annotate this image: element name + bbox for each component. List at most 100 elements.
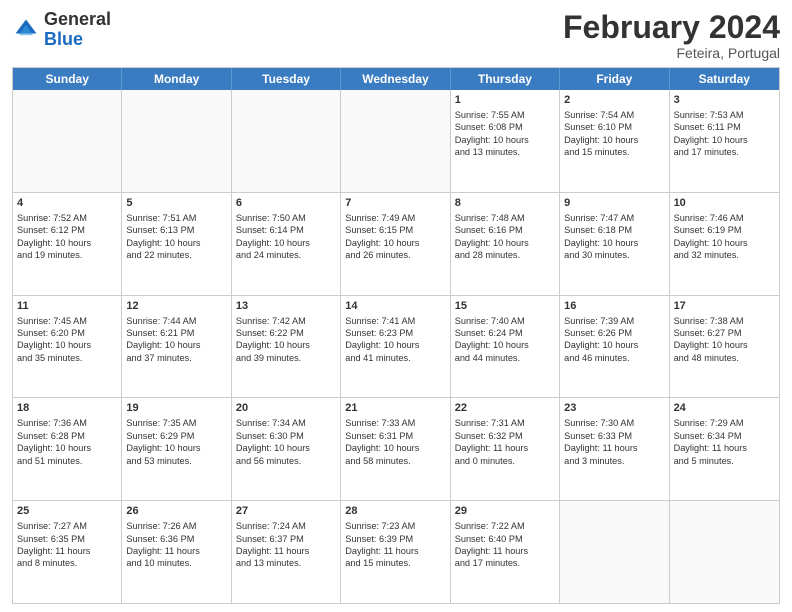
day-info: Sunrise: 7:27 AM Sunset: 6:35 PM Dayligh… (17, 521, 90, 568)
day-cell-29: 29Sunrise: 7:22 AM Sunset: 6:40 PM Dayli… (451, 501, 560, 603)
header-day-sunday: Sunday (13, 68, 122, 90)
day-number: 12 (126, 299, 226, 314)
day-info: Sunrise: 7:38 AM Sunset: 6:27 PM Dayligh… (674, 316, 748, 363)
day-info: Sunrise: 7:53 AM Sunset: 6:11 PM Dayligh… (674, 110, 748, 157)
day-number: 6 (236, 196, 336, 211)
day-cell-7: 7Sunrise: 7:49 AM Sunset: 6:15 PM Daylig… (341, 193, 450, 295)
day-info: Sunrise: 7:44 AM Sunset: 6:21 PM Dayligh… (126, 316, 200, 363)
header-day-monday: Monday (122, 68, 231, 90)
empty-cell (122, 90, 231, 192)
day-number: 14 (345, 299, 445, 314)
day-info: Sunrise: 7:50 AM Sunset: 6:14 PM Dayligh… (236, 213, 310, 260)
day-info: Sunrise: 7:49 AM Sunset: 6:15 PM Dayligh… (345, 213, 419, 260)
day-number: 8 (455, 196, 555, 211)
title-block: February 2024 Feteira, Portugal (563, 10, 780, 61)
day-number: 19 (126, 401, 226, 416)
calendar-header: SundayMondayTuesdayWednesdayThursdayFrid… (13, 68, 779, 90)
header-day-tuesday: Tuesday (232, 68, 341, 90)
day-number: 17 (674, 299, 775, 314)
day-info: Sunrise: 7:34 AM Sunset: 6:30 PM Dayligh… (236, 418, 310, 465)
month-title: February 2024 (563, 10, 780, 45)
calendar: SundayMondayTuesdayWednesdayThursdayFrid… (12, 67, 780, 604)
day-number: 10 (674, 196, 775, 211)
day-cell-3: 3 Sunrise: 7:53 AM Sunset: 6:11 PM Daylig… (670, 90, 779, 192)
empty-cell (341, 90, 450, 192)
logo: General Blue (12, 10, 111, 50)
day-info: Sunrise: 7:52 AM Sunset: 6:12 PM Dayligh… (17, 213, 91, 260)
header-day-friday: Friday (560, 68, 669, 90)
day-cell-13: 13 Sunrise: 7:42 AM Sunset: 6:22 PM Dayli… (232, 296, 341, 398)
day-info: Sunrise: 7:51 AM Sunset: 6:13 PM Dayligh… (126, 213, 200, 260)
day-cell-24: 24 Sunrise: 7:29 AM Sunset: 6:34 PM Dayli… (670, 398, 779, 500)
day-cell-9: 9Sunrise: 7:47 AM Sunset: 6:18 PM Daylig… (560, 193, 669, 295)
day-cell-16: 16 Sunrise: 7:39 AM Sunset: 6:26 PM Dayli… (560, 296, 669, 398)
day-number: 1 (455, 93, 555, 108)
day-cell-2: 2 Sunrise: 7:54 AM Sunset: 6:10 PM Daylig… (560, 90, 669, 192)
day-cell-27: 27Sunrise: 7:24 AM Sunset: 6:37 PM Dayli… (232, 501, 341, 603)
day-number: 13 (236, 299, 336, 314)
day-cell-20: 20 Sunrise: 7:34 AM Sunset: 6:30 PM Dayli… (232, 398, 341, 500)
empty-cell (670, 501, 779, 603)
day-cell-28: 28Sunrise: 7:23 AM Sunset: 6:39 PM Dayli… (341, 501, 450, 603)
day-number: 25 (17, 504, 117, 519)
empty-cell (560, 501, 669, 603)
day-number: 23 (564, 401, 664, 416)
day-number: 15 (455, 299, 555, 314)
day-number: 18 (17, 401, 117, 416)
day-number: 28 (345, 504, 445, 519)
calendar-body: 1Sunrise: 7:55 AM Sunset: 6:08 PM Daylig… (13, 90, 779, 603)
day-info: Sunrise: 7:39 AM Sunset: 6:26 PM Dayligh… (564, 316, 638, 363)
day-cell-23: 23 Sunrise: 7:30 AM Sunset: 6:33 PM Dayli… (560, 398, 669, 500)
day-info: Sunrise: 7:35 AM Sunset: 6:29 PM Dayligh… (126, 418, 200, 465)
day-number: 20 (236, 401, 336, 416)
day-cell-11: 11 Sunrise: 7:45 AM Sunset: 6:20 PM Dayli… (13, 296, 122, 398)
logo-text: General Blue (44, 10, 111, 50)
header-day-wednesday: Wednesday (341, 68, 450, 90)
calendar-row-0: 1Sunrise: 7:55 AM Sunset: 6:08 PM Daylig… (13, 90, 779, 192)
day-number: 11 (17, 299, 117, 314)
calendar-row-2: 11 Sunrise: 7:45 AM Sunset: 6:20 PM Dayli… (13, 295, 779, 398)
day-cell-21: 21Sunrise: 7:33 AM Sunset: 6:31 PM Dayli… (341, 398, 450, 500)
day-info: Sunrise: 7:29 AM Sunset: 6:34 PM Dayligh… (674, 418, 747, 465)
day-number: 2 (564, 93, 664, 108)
calendar-row-4: 25 Sunrise: 7:27 AM Sunset: 6:35 PM Dayli… (13, 500, 779, 603)
header: General Blue February 2024 Feteira, Port… (12, 10, 780, 61)
day-cell-12: 12 Sunrise: 7:44 AM Sunset: 6:21 PM Dayli… (122, 296, 231, 398)
day-number: 16 (564, 299, 664, 314)
empty-cell (13, 90, 122, 192)
day-number: 22 (455, 401, 555, 416)
day-cell-17: 17 Sunrise: 7:38 AM Sunset: 6:27 PM Dayli… (670, 296, 779, 398)
day-cell-4: 4 Sunrise: 7:52 AM Sunset: 6:12 PM Daylig… (13, 193, 122, 295)
day-cell-15: 15Sunrise: 7:40 AM Sunset: 6:24 PM Dayli… (451, 296, 560, 398)
day-cell-8: 8Sunrise: 7:48 AM Sunset: 6:16 PM Daylig… (451, 193, 560, 295)
day-info: Sunrise: 7:26 AM Sunset: 6:36 PM Dayligh… (126, 521, 199, 568)
header-day-saturday: Saturday (670, 68, 779, 90)
day-cell-26: 26 Sunrise: 7:26 AM Sunset: 6:36 PM Dayli… (122, 501, 231, 603)
day-info: Sunrise: 7:41 AM Sunset: 6:23 PM Dayligh… (345, 316, 419, 363)
empty-cell (232, 90, 341, 192)
day-cell-1: 1Sunrise: 7:55 AM Sunset: 6:08 PM Daylig… (451, 90, 560, 192)
day-info: Sunrise: 7:54 AM Sunset: 6:10 PM Dayligh… (564, 110, 638, 157)
day-number: 3 (674, 93, 775, 108)
day-number: 26 (126, 504, 226, 519)
day-number: 27 (236, 504, 336, 519)
day-cell-5: 5 Sunrise: 7:51 AM Sunset: 6:13 PM Daylig… (122, 193, 231, 295)
day-info: Sunrise: 7:42 AM Sunset: 6:22 PM Dayligh… (236, 316, 310, 363)
day-number: 24 (674, 401, 775, 416)
calendar-row-3: 18 Sunrise: 7:36 AM Sunset: 6:28 PM Dayli… (13, 397, 779, 500)
day-number: 5 (126, 196, 226, 211)
day-cell-22: 22Sunrise: 7:31 AM Sunset: 6:32 PM Dayli… (451, 398, 560, 500)
page: General Blue February 2024 Feteira, Port… (0, 0, 792, 612)
day-cell-18: 18 Sunrise: 7:36 AM Sunset: 6:28 PM Dayli… (13, 398, 122, 500)
day-info: Sunrise: 7:36 AM Sunset: 6:28 PM Dayligh… (17, 418, 91, 465)
subtitle: Feteira, Portugal (563, 45, 780, 61)
logo-icon (12, 16, 40, 44)
day-info: Sunrise: 7:30 AM Sunset: 6:33 PM Dayligh… (564, 418, 637, 465)
day-number: 9 (564, 196, 664, 211)
day-cell-10: 10 Sunrise: 7:46 AM Sunset: 6:19 PM Dayli… (670, 193, 779, 295)
day-number: 4 (17, 196, 117, 211)
calendar-row-1: 4 Sunrise: 7:52 AM Sunset: 6:12 PM Daylig… (13, 192, 779, 295)
header-day-thursday: Thursday (451, 68, 560, 90)
day-info: Sunrise: 7:46 AM Sunset: 6:19 PM Dayligh… (674, 213, 748, 260)
day-info: Sunrise: 7:45 AM Sunset: 6:20 PM Dayligh… (17, 316, 91, 363)
